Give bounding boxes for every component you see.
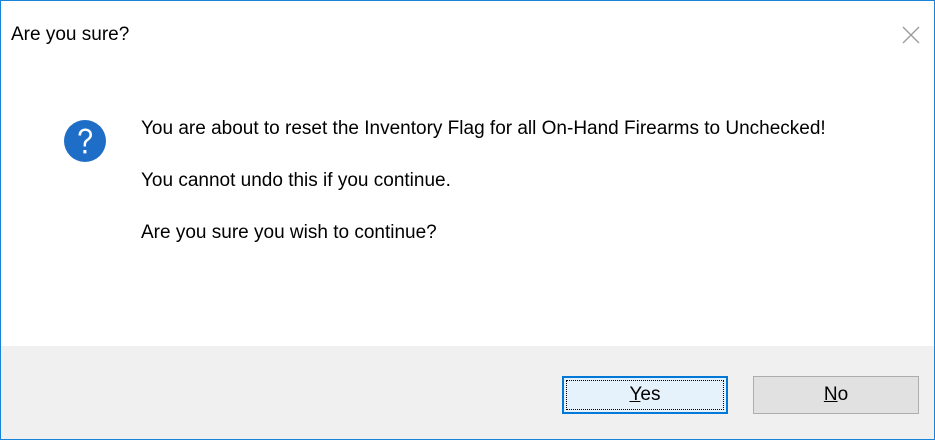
yes-label-rest: es — [640, 384, 661, 405]
message-line-undo: You cannot undo this if you continue. — [141, 170, 451, 191]
dialog-window: Are you sure? You are about to reset the… — [0, 0, 935, 440]
close-button[interactable] — [888, 13, 934, 57]
no-button-label: No — [824, 384, 848, 406]
message-text: You are about to reset the Inventory Fla… — [141, 116, 911, 272]
yes-button[interactable]: Yes — [562, 376, 728, 414]
title-bar[interactable]: Are you sure? — [1, 1, 934, 63]
no-label-rest: o — [837, 384, 849, 405]
no-accelerator: N — [823, 384, 838, 405]
dialog-title: Are you sure? — [11, 24, 130, 45]
no-button[interactable]: No — [753, 376, 919, 414]
yes-button-label: Yes — [629, 384, 660, 406]
message-line-confirm: Are you sure you wish to continue? — [141, 222, 437, 243]
button-bar: Yes No — [1, 346, 934, 439]
question-icon — [63, 119, 107, 163]
message-line-warning: You are about to reset the Inventory Fla… — [141, 118, 826, 139]
yes-accelerator: Y — [629, 384, 641, 405]
close-icon — [902, 26, 920, 44]
dialog-content: You are about to reset the Inventory Fla… — [1, 63, 934, 346]
